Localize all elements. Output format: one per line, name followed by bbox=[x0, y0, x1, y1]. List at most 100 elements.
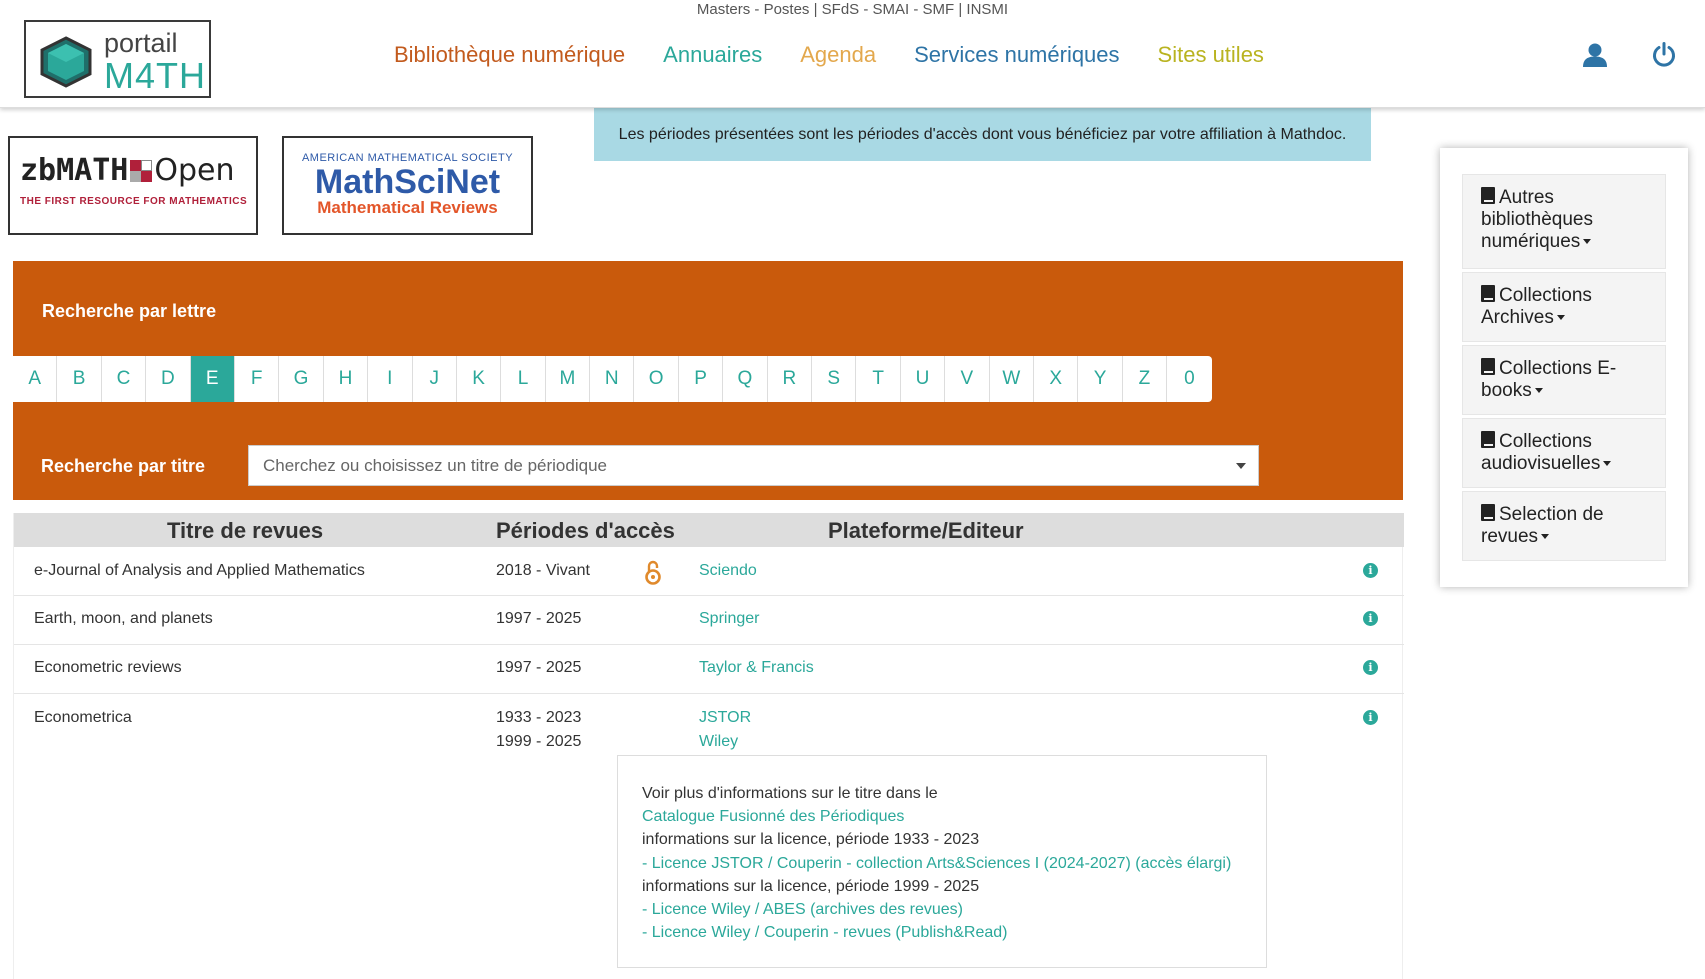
letter-a[interactable]: A bbox=[13, 356, 58, 402]
nav-annuaires[interactable]: Annuaires bbox=[663, 42, 762, 68]
letter-0[interactable]: 0 bbox=[1167, 356, 1211, 402]
mathscinet-name: MathSciNet bbox=[314, 163, 501, 201]
letter-n[interactable]: N bbox=[590, 356, 635, 402]
letter-b[interactable]: B bbox=[57, 356, 102, 402]
row-platform-link[interactable]: Wiley bbox=[699, 730, 751, 754]
row-platforms: JSTOR Wiley bbox=[699, 706, 751, 754]
letter-y[interactable]: Y bbox=[1078, 356, 1123, 402]
letter-p[interactable]: P bbox=[679, 356, 724, 402]
nav-bibliotheque-numerique[interactable]: Bibliothèque numérique bbox=[394, 42, 625, 68]
letter-u[interactable]: U bbox=[901, 356, 946, 402]
site-header: Masters - Postes | SFdS - SMAI - SMF | I… bbox=[0, 0, 1705, 108]
zbmath-flag-icon bbox=[130, 160, 153, 182]
nav-agenda[interactable]: Agenda bbox=[800, 42, 876, 68]
row-title[interactable]: e-Journal of Analysis and Applied Mathem… bbox=[34, 562, 365, 580]
letter-f[interactable]: F bbox=[235, 356, 280, 402]
nav-services-numeriques[interactable]: Services numériques bbox=[914, 42, 1119, 68]
sidebar-item-label: Selection de revues bbox=[1481, 504, 1604, 547]
licence1-label: informations sur la licence, période 193… bbox=[642, 831, 980, 849]
caret-down-icon bbox=[1603, 461, 1612, 466]
detail-intro: Voir plus d'informations sur le titre da… bbox=[642, 785, 938, 802]
zbmath-open: Open bbox=[154, 153, 235, 188]
zbmath-open-logo[interactable]: zbMATH Open THE FIRST RESOURCE FOR MATHEM… bbox=[8, 136, 258, 235]
sidebar-item-collections-archives[interactable]: Collections Archives bbox=[1462, 272, 1666, 342]
letter-x[interactable]: X bbox=[1034, 356, 1079, 402]
row-period: 1999 - 2025 bbox=[496, 733, 582, 750]
letter-o[interactable]: O bbox=[634, 356, 679, 402]
table-row-expanded[interactable]: Econometrica 1933 - 2023 1999 - 2025 JST… bbox=[14, 694, 1404, 979]
sidebar-item-autres-bibliotheques[interactable]: Autres bibliothèques numériques bbox=[1462, 174, 1666, 269]
letter-m[interactable]: M bbox=[546, 356, 591, 402]
sidebar-item-label: Collections Archives bbox=[1481, 285, 1592, 328]
search-panel: Recherche par lettre ABCDEFGHIJKLMNOPQRS… bbox=[13, 261, 1403, 500]
letter-q[interactable]: Q bbox=[723, 356, 768, 402]
row-title[interactable]: Earth, moon, and planets bbox=[34, 610, 213, 628]
letter-t[interactable]: T bbox=[856, 356, 901, 402]
letter-d[interactable]: D bbox=[146, 356, 191, 402]
book-icon bbox=[1481, 285, 1495, 302]
licence-wiley-couperin-link[interactable]: - Licence Wiley / Couperin - revues (Pub… bbox=[642, 921, 1266, 944]
info-icon[interactable]: i bbox=[1363, 660, 1378, 675]
book-icon bbox=[1481, 358, 1495, 375]
user-icon[interactable] bbox=[1582, 42, 1608, 68]
table-header: Titre de revues Périodes d'accès Platefo… bbox=[14, 513, 1404, 547]
letter-s[interactable]: S bbox=[812, 356, 857, 402]
sidebar-item-label: Autres bibliothèques numériques bbox=[1481, 187, 1593, 252]
letter-e[interactable]: E bbox=[190, 356, 235, 402]
letter-k[interactable]: K bbox=[457, 356, 502, 402]
letter-w[interactable]: W bbox=[990, 356, 1034, 402]
letter-h[interactable]: H bbox=[324, 356, 369, 402]
row-title[interactable]: Econometrica bbox=[34, 709, 132, 727]
mathscinet-logo[interactable]: AMERICAN MATHEMATICAL SOCIETY MathSciNet… bbox=[282, 136, 533, 235]
caret-down-icon bbox=[1541, 534, 1550, 539]
sidebar-item-label: Collections E-books bbox=[1481, 358, 1617, 401]
alphabet-bar: ABCDEFGHIJKLMNOPQRSTUVWXYZ0 bbox=[13, 356, 1212, 402]
info-icon[interactable]: i bbox=[1363, 710, 1378, 725]
row-period: 1997 - 2025 bbox=[496, 610, 582, 627]
row-period: 1933 - 2023 bbox=[496, 709, 582, 726]
sidebar-item-selection-revues[interactable]: Selection de revues bbox=[1462, 491, 1666, 561]
letter-v[interactable]: V bbox=[945, 356, 990, 402]
letter-r[interactable]: R bbox=[768, 356, 813, 402]
power-icon[interactable] bbox=[1651, 42, 1677, 68]
letter-j[interactable]: J bbox=[413, 356, 457, 402]
info-icon[interactable]: i bbox=[1363, 563, 1378, 578]
row-platform-link[interactable]: Springer bbox=[699, 607, 759, 631]
book-icon bbox=[1481, 504, 1495, 521]
row-periods: 1933 - 2023 1999 - 2025 bbox=[496, 706, 581, 754]
title-search-select[interactable]: Cherchez ou choisissez un titre de pério… bbox=[248, 445, 1259, 486]
letter-g[interactable]: G bbox=[279, 356, 324, 402]
portail-math-logo[interactable]: portail M4TH bbox=[24, 20, 211, 98]
letter-i[interactable]: I bbox=[368, 356, 413, 402]
nav-sites-utiles[interactable]: Sites utiles bbox=[1158, 42, 1264, 68]
row-platform-link[interactable]: Taylor & Francis bbox=[699, 656, 814, 680]
search-by-title-label: Recherche par titre bbox=[41, 456, 206, 476]
journals-table: Titre de revues Périodes d'accès Platefo… bbox=[13, 513, 1404, 979]
row-title[interactable]: Econometric reviews bbox=[34, 659, 182, 677]
sidebar-item-collections-ebooks[interactable]: Collections E-books bbox=[1462, 345, 1666, 415]
logo-polyhedron-icon bbox=[40, 36, 92, 88]
letter-c[interactable]: C bbox=[102, 356, 147, 402]
header-plateforme: Plateforme/Editeur bbox=[828, 518, 1024, 543]
letter-l[interactable]: L bbox=[501, 356, 546, 402]
catalog-link[interactable]: Catalogue Fusionné des Périodiques bbox=[642, 805, 1266, 828]
licence-wiley-abes-link[interactable]: - Licence Wiley / ABES (archives des rev… bbox=[642, 898, 1266, 921]
row-platform-link[interactable]: Sciendo bbox=[699, 559, 757, 583]
info-icon[interactable]: i bbox=[1363, 611, 1378, 626]
table-row[interactable]: e-Journal of Analysis and Applied Mathem… bbox=[14, 547, 1404, 596]
main-nav: Bibliothèque numérique Annuaires Agenda … bbox=[394, 42, 1302, 68]
table-row[interactable]: Earth, moon, and planets 1997 - 2025 Spr… bbox=[14, 596, 1404, 645]
search-by-letter-label: Recherche par lettre bbox=[42, 301, 217, 321]
sidebar-item-label: Collections audiovisuelles bbox=[1481, 431, 1601, 474]
row-period: 2018 - Vivant bbox=[496, 562, 590, 579]
sidebar-item-collections-audiovisuelles[interactable]: Collections audiovisuelles bbox=[1462, 418, 1666, 488]
row-platform-link[interactable]: JSTOR bbox=[699, 706, 751, 730]
table-row[interactable]: Econometric reviews 1997 - 2025 Taylor &… bbox=[14, 645, 1404, 694]
top-links[interactable]: Masters - Postes | SFdS - SMAI - SMF | I… bbox=[0, 1, 1705, 18]
zbmath-name: zbMATH bbox=[20, 153, 129, 188]
title-detail-popover: Voir plus d'informations sur le titre da… bbox=[617, 755, 1267, 968]
banner-text: Les périodes présentées sont les période… bbox=[618, 125, 1347, 143]
licence-jstor-link[interactable]: - Licence JSTOR / Couperin - collection … bbox=[642, 852, 1266, 875]
letter-z[interactable]: Z bbox=[1123, 356, 1168, 402]
caret-down-icon bbox=[1556, 315, 1565, 320]
